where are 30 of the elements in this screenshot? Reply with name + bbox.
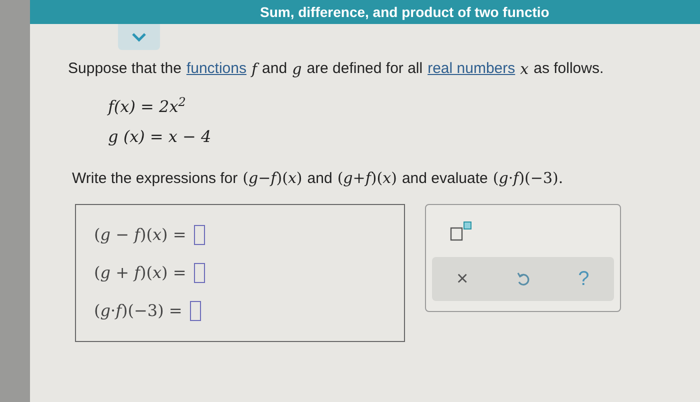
glossary-link[interactable]: functions [186, 58, 246, 80]
collapse-tab[interactable] [118, 24, 160, 50]
undo-icon [516, 271, 530, 287]
question-text: and [307, 168, 332, 188]
exponent-button[interactable] [450, 219, 474, 241]
math-symbol: x [520, 59, 529, 80]
question-text: and evaluate [402, 168, 488, 188]
answer-input[interactable] [194, 225, 206, 245]
chevron-down-icon [132, 32, 146, 42]
question-text: as follows. [534, 59, 604, 79]
math-symbol: (g·f)(−3). [492, 168, 564, 188]
function-definition: f(x) = 2x$^{2}$ [108, 94, 187, 118]
question-text: and [262, 59, 288, 79]
glossary-link[interactable]: real numbers [428, 58, 516, 80]
math-symbol: (g−f)(x) [242, 168, 302, 188]
question-text: Suppose that the [68, 59, 182, 79]
math-symbol: g [292, 59, 302, 80]
answer-input[interactable] [190, 301, 202, 321]
answer-input[interactable] [194, 263, 206, 283]
answer-label: (g + f)(x) = [94, 262, 186, 284]
function-definition: g (x) = x − 4 [108, 126, 212, 148]
answer-label: (g − f)(x) = [94, 224, 186, 246]
math-symbol: f [251, 59, 258, 80]
answer-label: (g·f)(−3) = [94, 300, 182, 322]
header-title: Sum, difference, and product of two functio [260, 5, 550, 19]
math-symbol: (g+f)(x) [337, 168, 397, 188]
question-text: Write the expressions for [72, 168, 238, 188]
superscript-icon [450, 221, 472, 241]
clear-button[interactable]: × [442, 263, 482, 295]
question-text: are defined for all [306, 59, 423, 79]
